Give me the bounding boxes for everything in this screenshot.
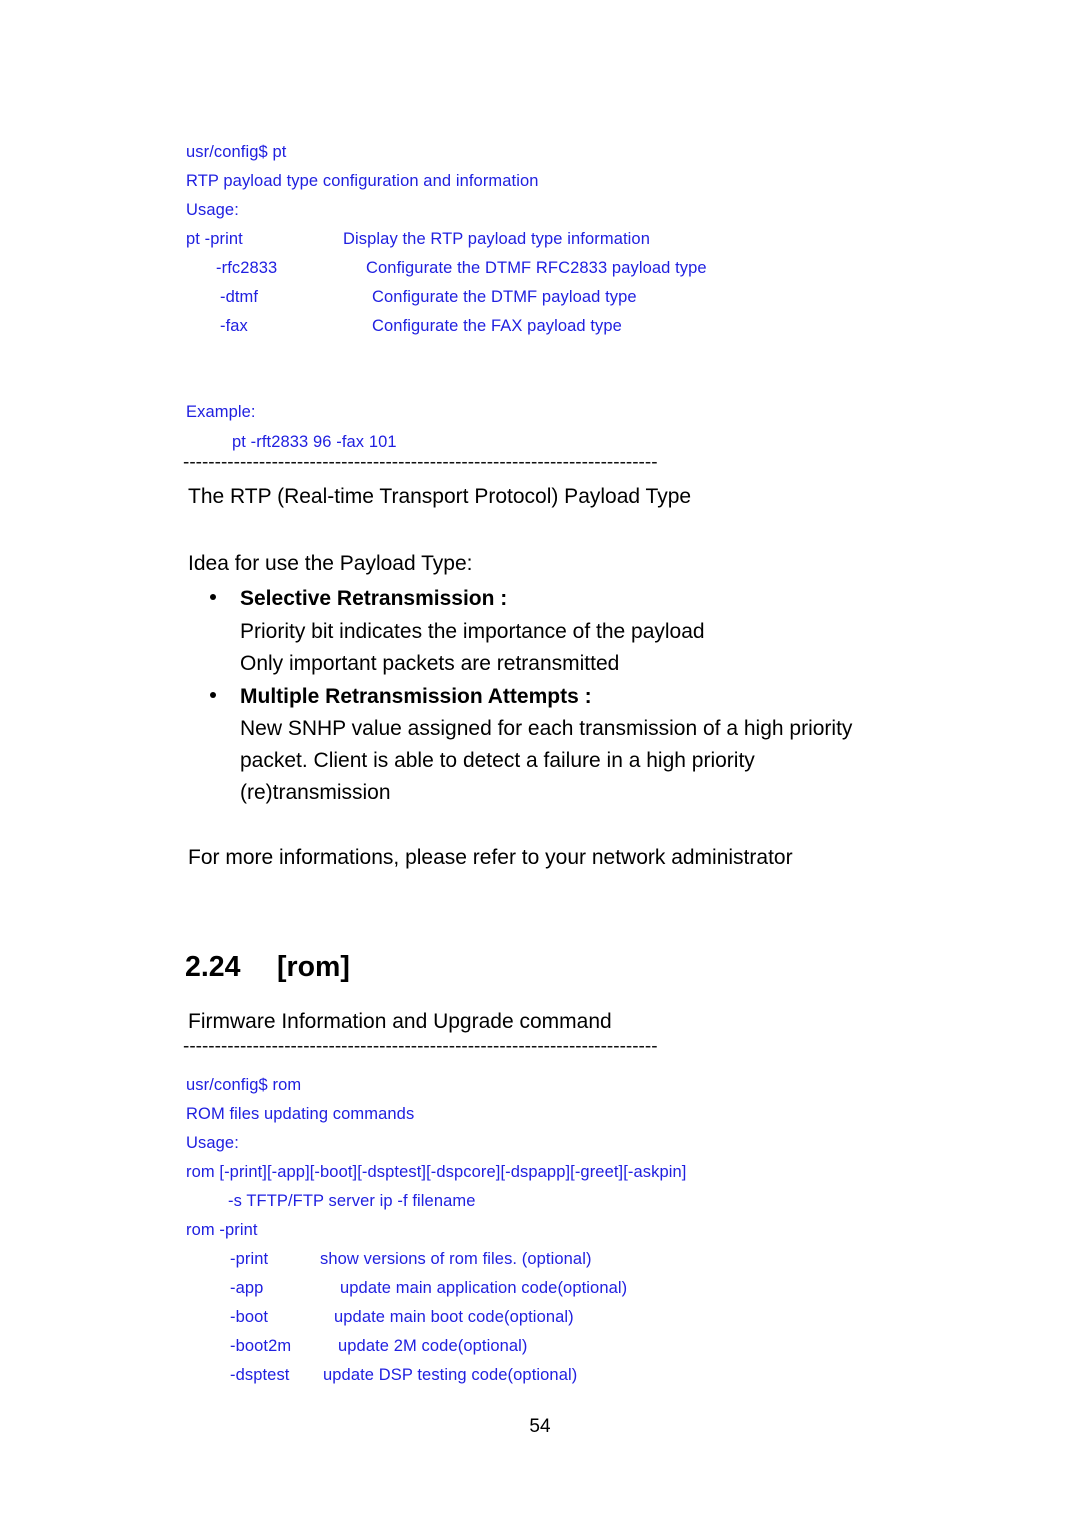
- bullet-line: packet. Client is able to detect a failu…: [240, 749, 755, 772]
- rom-option-row: -app update main application code(option…: [230, 1274, 627, 1303]
- pt-option-name: -rfc2833: [216, 259, 278, 277]
- separator-line-bottom: ----------------------------------------…: [183, 1040, 657, 1054]
- bullet-line: (re)transmission: [240, 781, 391, 804]
- rom-option-name: -boot: [230, 1308, 269, 1326]
- bullet-heading-selective-retransmission: Selective Retransmission :: [240, 587, 508, 610]
- rom-usage-label: Usage:: [186, 1134, 239, 1152]
- pt-option-name: -dtmf: [220, 288, 259, 306]
- section-title: [rom]: [277, 951, 350, 983]
- rom-usage-example: rom -print: [186, 1221, 258, 1239]
- bullet-heading-multiple-retransmission-attempts: Multiple Retransmission Attempts :: [240, 685, 592, 708]
- pt-option-desc: Configurate the FAX payload type: [372, 317, 622, 335]
- pt-description-line: RTP payload type configuration and infor…: [186, 172, 539, 190]
- rom-usage-syntax-continued: -s TFTP/FTP server ip -f filename: [228, 1192, 476, 1210]
- rom-option-row: -dsptest update DSP testing code(optiona…: [230, 1361, 577, 1390]
- rom-option-row: -boot2m update 2M code(optional): [230, 1332, 528, 1361]
- rom-prompt-line: usr/config$ rom: [186, 1076, 302, 1094]
- rom-option-desc: show versions of rom files. (optional): [320, 1250, 592, 1268]
- rtp-footer-note: For more informations, please refer to y…: [188, 846, 793, 869]
- bullet-dot-icon: [210, 594, 216, 600]
- rom-subtitle: Firmware Information and Upgrade command: [188, 1010, 612, 1033]
- pt-option-row: -fax Configurate the FAX payload type: [220, 312, 622, 341]
- pt-option-row: -rfc2833 Configurate the DTMF RFC2833 pa…: [216, 254, 707, 283]
- rom-option-name: -app: [230, 1279, 264, 1297]
- rtp-idea-label: Idea for use the Payload Type:: [188, 552, 473, 575]
- bullet-line: Priority bit indicates the importance of…: [240, 620, 705, 643]
- rom-option-name: -print: [230, 1250, 269, 1268]
- rom-option-desc: update main boot code(optional): [334, 1308, 574, 1326]
- bullet-dot-icon: [210, 692, 216, 698]
- pt-example-command: pt -rft2833 96 -fax 101: [232, 433, 397, 451]
- pt-example-label: Example:: [186, 403, 256, 421]
- pt-option-row: pt -print Display the RTP payload type i…: [186, 225, 650, 254]
- rom-option-desc: update DSP testing code(optional): [323, 1366, 578, 1384]
- pt-option-desc: Configurate the DTMF RFC2833 payload typ…: [366, 259, 707, 277]
- pt-prompt-line: usr/config$ pt: [186, 143, 287, 161]
- bullet-line: New SNHP value assigned for each transmi…: [240, 717, 853, 740]
- separator-line-top: ----------------------------------------…: [183, 456, 657, 470]
- pt-option-desc: Display the RTP payload type information: [343, 230, 650, 248]
- rom-option-name: -dsptest: [230, 1366, 290, 1384]
- page-number: 54: [529, 1416, 551, 1437]
- rom-option-row: -boot update main boot code(optional): [230, 1303, 574, 1332]
- pt-option-name: pt -print: [186, 230, 243, 248]
- section-number: 2.24: [185, 951, 241, 983]
- rom-description-line: ROM files updating commands: [186, 1105, 415, 1123]
- rom-option-row: -print show versions of rom files. (opti…: [230, 1245, 592, 1274]
- rom-usage-syntax: rom [-print][-app][-boot][-dsptest][-dsp…: [186, 1163, 687, 1181]
- rom-option-name: -boot2m: [230, 1337, 292, 1355]
- document-page: usr/config$ pt RTP payload type configur…: [0, 0, 1080, 1528]
- rtp-title: The RTP (Real-time Transport Protocol) P…: [188, 485, 692, 508]
- bullet-line: Only important packets are retransmitted: [240, 652, 620, 675]
- pt-usage-label: Usage:: [186, 201, 239, 219]
- rom-option-desc: update 2M code(optional): [338, 1337, 528, 1355]
- pt-option-row: -dtmf Configurate the DTMF payload type: [220, 283, 637, 312]
- pt-option-desc: Configurate the DTMF payload type: [372, 288, 637, 306]
- pt-option-name: -fax: [220, 317, 248, 335]
- rom-option-desc: update main application code(optional): [340, 1279, 628, 1297]
